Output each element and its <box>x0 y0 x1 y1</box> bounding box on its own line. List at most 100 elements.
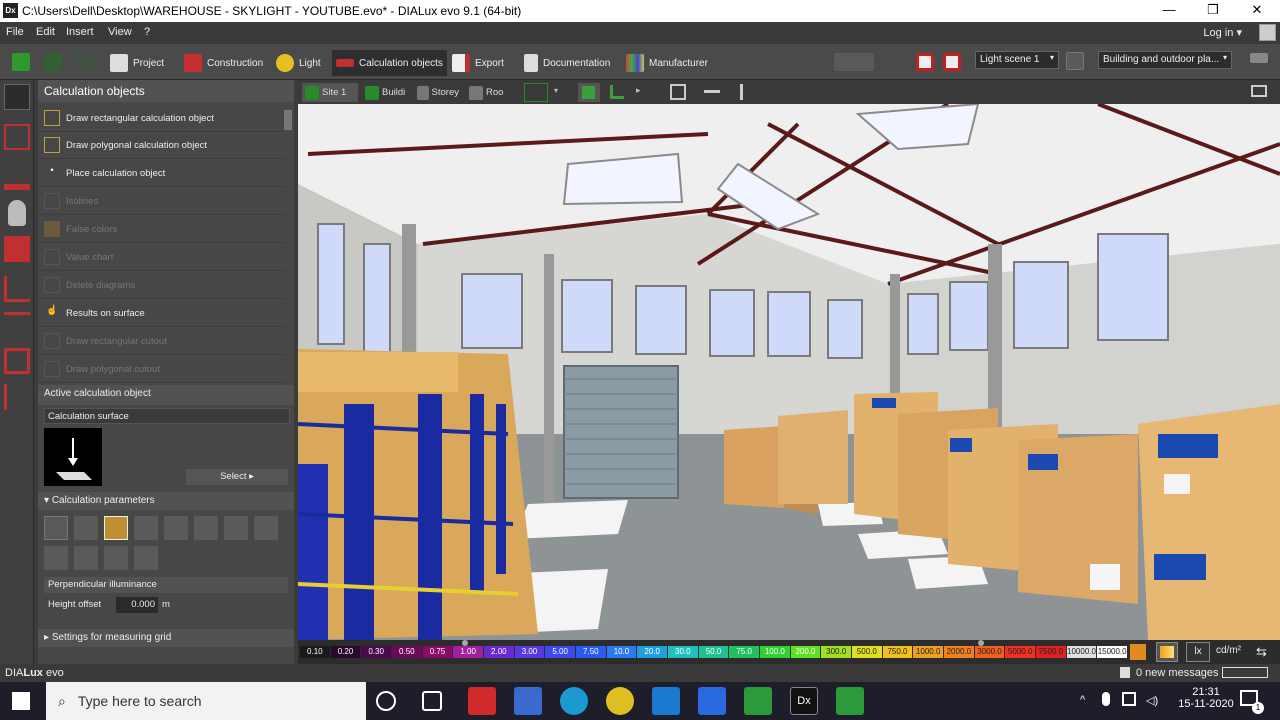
maximize-button[interactable]: ❐ <box>1190 0 1236 22</box>
direction-icon[interactable] <box>134 546 158 570</box>
tray-chevron-icon[interactable]: ^ <box>1080 694 1085 706</box>
windows-start-icon[interactable] <box>12 692 30 710</box>
menu-help[interactable]: ? <box>144 26 150 38</box>
minimize-button[interactable]: — <box>1146 0 1192 22</box>
edge-icon[interactable] <box>560 687 588 715</box>
tab-light[interactable]: Light <box>272 50 325 76</box>
camtasia-icon[interactable] <box>744 687 772 715</box>
vertical-icon[interactable] <box>134 516 158 540</box>
menu-insert[interactable]: Insert <box>66 26 94 38</box>
task-view-icon[interactable] <box>422 691 442 711</box>
draw-rectangular-item[interactable]: Draw rectangular calculation object <box>38 105 284 132</box>
dialux-d-icon[interactable] <box>468 687 496 715</box>
avatar[interactable] <box>1259 24 1276 41</box>
calc-surface-icon[interactable] <box>4 84 30 110</box>
clock-date: 15-11-2020 <box>1178 698 1234 710</box>
tab-room[interactable]: Roo <box>466 83 514 102</box>
clock[interactable]: 21:31 15-11-2020 <box>1176 686 1236 710</box>
perpendicular-icon[interactable] <box>44 516 68 540</box>
color-scheme-icon[interactable] <box>1130 644 1146 660</box>
measure-horizontal-icon[interactable] <box>704 90 720 93</box>
tab-project[interactable]: Project <box>106 50 168 76</box>
phone-icon[interactable] <box>224 516 248 540</box>
chevron-down-icon[interactable]: ▾ <box>554 86 558 95</box>
undo-icon[interactable] <box>44 53 62 71</box>
network-icon[interactable] <box>1122 692 1136 706</box>
notification-badge: 1 <box>1252 702 1264 714</box>
3d-view-icon[interactable] <box>578 83 600 102</box>
mail-icon[interactable] <box>652 687 680 715</box>
word-icon[interactable] <box>698 687 726 715</box>
unit-lx-button[interactable]: lx <box>1186 642 1210 662</box>
view-mode-select[interactable]: Building and outdoor pla... ▾ <box>1098 51 1232 69</box>
select-button[interactable]: Select ▸ <box>186 469 288 485</box>
horizontal-icon[interactable] <box>74 516 98 540</box>
place-calc-object-item[interactable]: • Place calculation object <box>38 160 284 187</box>
volume-icon[interactable]: ◁) <box>1146 694 1158 707</box>
scene-settings-icon[interactable] <box>1066 52 1084 70</box>
close-button[interactable]: ✕ <box>1234 0 1280 22</box>
calc-box-icon[interactable] <box>4 124 30 150</box>
calc-curve-icon[interactable] <box>4 276 30 302</box>
dialux-evo-taskbar-icon[interactable]: Dx <box>790 687 818 715</box>
fit-view-icon[interactable] <box>670 84 686 100</box>
fullscreen-icon[interactable] <box>1251 85 1267 97</box>
draw-polygonal-item[interactable]: Draw polygonal calculation object <box>38 132 284 159</box>
plan-view-icon[interactable] <box>610 85 624 99</box>
swap-arrows-icon[interactable]: ⇆ <box>1256 644 1267 660</box>
microphone-icon[interactable] <box>1102 692 1110 706</box>
calc-grid-icon[interactable] <box>4 384 30 410</box>
tab-building[interactable]: Buildi <box>362 83 410 102</box>
height-offset-input[interactable]: 0.000 <box>116 597 158 613</box>
tab-site[interactable]: Site 1 <box>302 83 358 102</box>
light-scene-select[interactable]: Light scene 1 ▾ <box>975 51 1059 69</box>
calc-area-icon[interactable] <box>4 348 30 374</box>
sun-icon[interactable] <box>104 546 128 570</box>
calc-line-icon[interactable] <box>4 164 30 190</box>
calc-room-icon[interactable] <box>4 236 30 262</box>
ruler-icon[interactable] <box>1250 53 1268 63</box>
param-type-row[interactable]: Perpendicular illuminance <box>44 577 288 593</box>
scale-value: 10000.0 <box>1066 646 1097 658</box>
grid-cell-icon[interactable] <box>104 516 128 540</box>
calc-cylinder-icon[interactable] <box>8 200 26 226</box>
chevron-down-icon: ▾ <box>1222 53 1227 62</box>
tab-documentation[interactable]: Documentation <box>520 50 614 76</box>
results-on-surface-item[interactable]: ☝ Results on surface <box>38 300 284 327</box>
camtasia-recorder-icon[interactable] <box>836 687 864 715</box>
messages-count[interactable]: 0 new messages <box>1136 667 1219 679</box>
tab-storey[interactable]: Storey <box>414 83 462 102</box>
copy-icon[interactable] <box>254 516 278 540</box>
select-mode-icon[interactable] <box>524 83 548 102</box>
menu-edit[interactable]: Edit <box>36 26 55 38</box>
calc-point-icon[interactable] <box>4 312 30 338</box>
delete-icon[interactable] <box>916 53 934 71</box>
slider-min-handle[interactable] <box>462 640 468 646</box>
measuring-grid-header[interactable]: ▸ Settings for measuring grid <box>38 629 294 647</box>
menu-file[interactable]: File <box>6 26 24 38</box>
save-icon[interactable] <box>12 53 30 71</box>
tab-calculation-objects[interactable]: Calculation objects <box>332 50 447 76</box>
cortana-icon[interactable] <box>376 691 396 711</box>
redo-icon[interactable] <box>76 53 94 71</box>
measure-vertical-icon[interactable] <box>740 84 743 100</box>
3d-viewport[interactable] <box>298 104 1280 640</box>
delete-all-icon[interactable] <box>943 53 961 71</box>
unit-cd-button[interactable]: cd/m² <box>1216 645 1241 656</box>
play-icon[interactable]: ▸ <box>636 85 641 96</box>
gradient-icon[interactable] <box>1156 642 1178 662</box>
tab-manufacturer[interactable]: Manufacturer <box>622 50 712 76</box>
login-button[interactable]: Log in ▾ <box>1203 26 1242 39</box>
taskbar-search[interactable]: ⌕ Type here to search <box>46 682 366 720</box>
goggles-icon[interactable] <box>194 516 218 540</box>
menu-view[interactable]: View <box>108 26 132 38</box>
chrome-icon[interactable] <box>606 687 634 715</box>
semicylindrical-icon[interactable] <box>44 546 68 570</box>
camera-icon[interactable] <box>74 546 98 570</box>
store-icon[interactable] <box>514 687 542 715</box>
glasses-icon[interactable] <box>164 516 188 540</box>
calc-params-header[interactable]: ▾ Calculation parameters <box>38 492 294 510</box>
tab-construction[interactable]: Construction <box>180 50 267 76</box>
tab-export[interactable]: Export <box>448 50 508 76</box>
slider-max-handle[interactable] <box>978 640 984 646</box>
